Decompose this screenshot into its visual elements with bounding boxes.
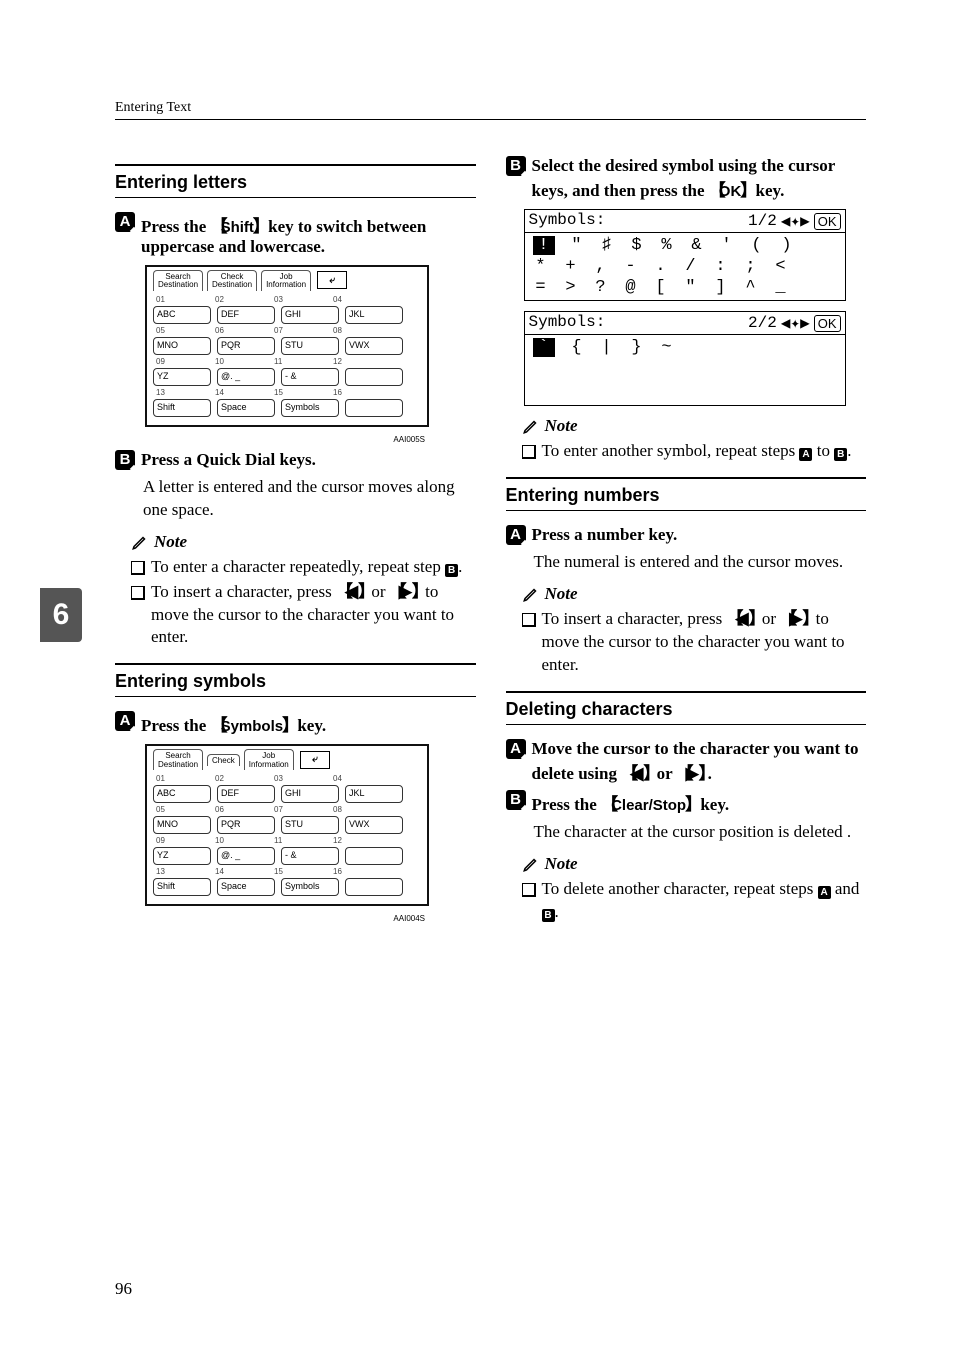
section-entering-letters: Entering letters [115,164,476,198]
page-number: 96 [115,1279,132,1299]
pencil-icon [131,533,149,551]
step-body: The numeral is entered and the cursor mo… [534,551,867,574]
step2-body: A letter is entered and the cursor moves… [143,476,476,522]
diagram1-caption: AAI005S [145,435,425,444]
note-item: To insert a character, press ◀ or ▶ to m… [131,581,476,650]
step-number-2-icon: B [506,156,526,176]
symbols-title: Symbols: [529,211,606,231]
section-entering-numbers: Entering numbers [506,477,867,511]
ok-key-label: OK [718,183,743,200]
nav-diamond-icon: ◀✦▶ [781,211,810,231]
step-1-letters: A Press the Shift key to switch between … [115,212,476,257]
step-number-2-icon: B [115,450,135,470]
right-arrow-key: ▶ [390,581,421,604]
right-arrow-key: ▶ [677,759,708,784]
note-heading: Note [131,532,476,552]
symbols-screen-1: Symbols: 1/2 ◀✦▶ OK !"♯$%&'() *+,-./:;< … [524,209,846,301]
note-item: To insert a character, press ◀ or ▶ to m… [522,608,867,677]
step-number-1-icon: A [115,212,135,232]
right-arrow-key: ▶ [780,608,811,631]
step-body: The character at the cursor position is … [534,821,867,844]
bullet-icon [131,561,145,575]
pencil-icon [522,585,540,603]
step-1-delete: A Move the cursor to the character you w… [506,739,867,784]
bullet-icon [522,613,536,627]
left-arrow-key: ◀ [621,759,652,784]
step1-text-a: Press the [141,217,211,236]
shift-key-label: Shift [220,219,255,236]
symbols-page-indicator: 1/2 [748,212,777,230]
keypad-diagram-1: SearchDestination CheckDestination JobIn… [145,265,429,427]
tab-search: SearchDestination [153,270,203,291]
keypad-diagram-2: SearchDestination Check JobInformation ⤶… [145,744,429,906]
note-item: To enter another symbol, repeat steps A … [522,440,867,463]
symbols-key-label: Symbols [220,718,285,735]
note-heading: Note [522,416,867,436]
step-1-numbers: A Press a number key. [506,525,867,545]
step-2-symbols: B Select the desired symbol using the cu… [506,156,867,201]
left-arrow-key: ◀ [727,608,758,631]
step-2-delete: B Press the Clear/Stop key. [506,790,867,815]
tiny-step-b: B [445,564,458,577]
bullet-icon [522,445,536,459]
pencil-icon [522,417,540,435]
symbols-screen-2: Symbols: 2/2 ◀✦▶ OK `{|}~ [524,311,846,406]
section-deleting-characters: Deleting characters [506,691,867,725]
note-item: To enter a character repeatedly, repeat … [131,556,476,579]
nav-diamond-icon: ◀✦▶ [781,313,810,333]
section-entering-symbols: Entering symbols [115,663,476,697]
back-icon: ⤶ [317,271,347,289]
page-header: Entering Text [115,100,866,120]
pencil-icon [522,855,540,873]
ok-indicator: OK [814,213,841,230]
step-number-1-icon: A [115,711,135,731]
note-heading: Note [522,854,867,874]
step-2-letters: B Press a Quick Dial keys. [115,450,476,470]
tab-check: CheckDestination [207,270,257,291]
bullet-icon [522,883,536,897]
note-heading: Note [522,584,867,604]
step-1-symbols: A Press the Symbols key. [115,711,476,736]
left-arrow-key: ◀ [336,581,367,604]
diagram2-caption: AAI004S [145,914,425,923]
tab-job: JobInformation [261,270,311,291]
bullet-icon [131,586,145,600]
note-item: To delete another character, repeat step… [522,878,867,924]
clear-stop-key-label: Clear/Stop [610,797,687,814]
